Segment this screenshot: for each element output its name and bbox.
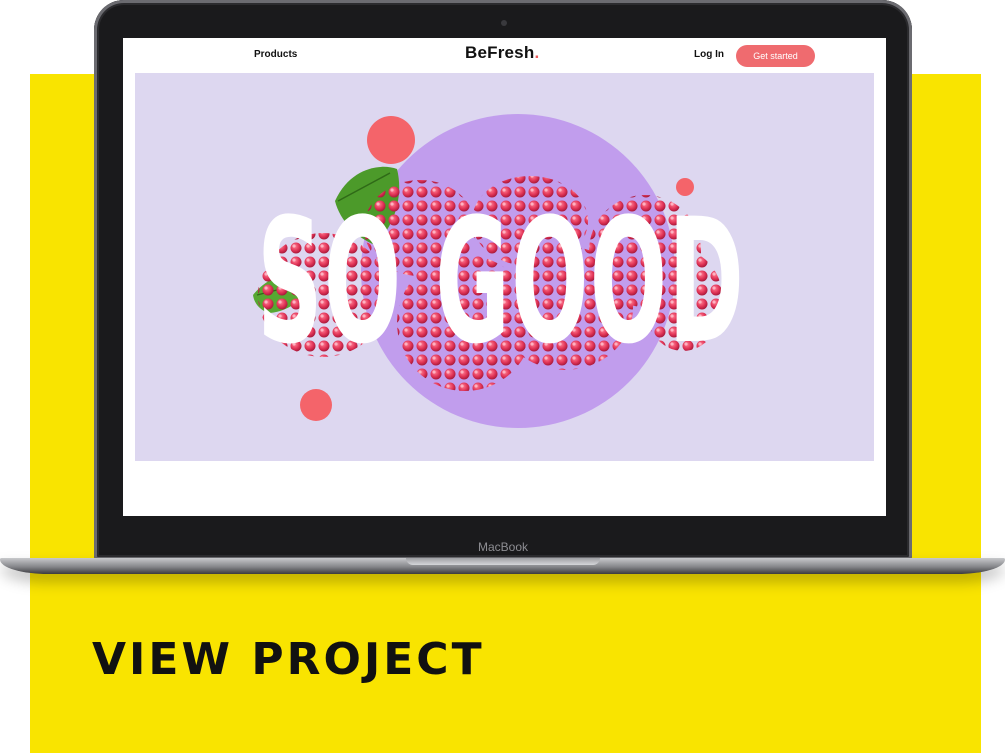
accent-dot-bottom <box>300 389 332 421</box>
brand-logo-dot: . <box>534 43 540 62</box>
brand-logo[interactable]: BeFresh. <box>465 43 539 63</box>
brand-name: BeFresh <box>465 43 535 62</box>
login-link[interactable]: Log In <box>694 49 724 60</box>
webcam-icon <box>501 20 507 26</box>
accent-dot-large <box>367 116 415 164</box>
device-brand-label: MacBook <box>477 540 529 554</box>
hero-headline: SO GOOD <box>257 181 745 382</box>
page: Products BeFresh. Log In Get started SO … <box>0 0 1005 753</box>
website-preview-screen: Products BeFresh. Log In Get started SO … <box>123 38 886 516</box>
get-started-button[interactable]: Get started <box>736 45 815 67</box>
hero-banner: SO GOOD <box>135 73 874 461</box>
nav-products-link[interactable]: Products <box>254 49 297 60</box>
laptop-hinge-notch <box>406 558 600 565</box>
view-project-link[interactable]: VIEW PROJECT <box>92 632 485 688</box>
hero-illustration: SO GOOD <box>253 114 745 428</box>
